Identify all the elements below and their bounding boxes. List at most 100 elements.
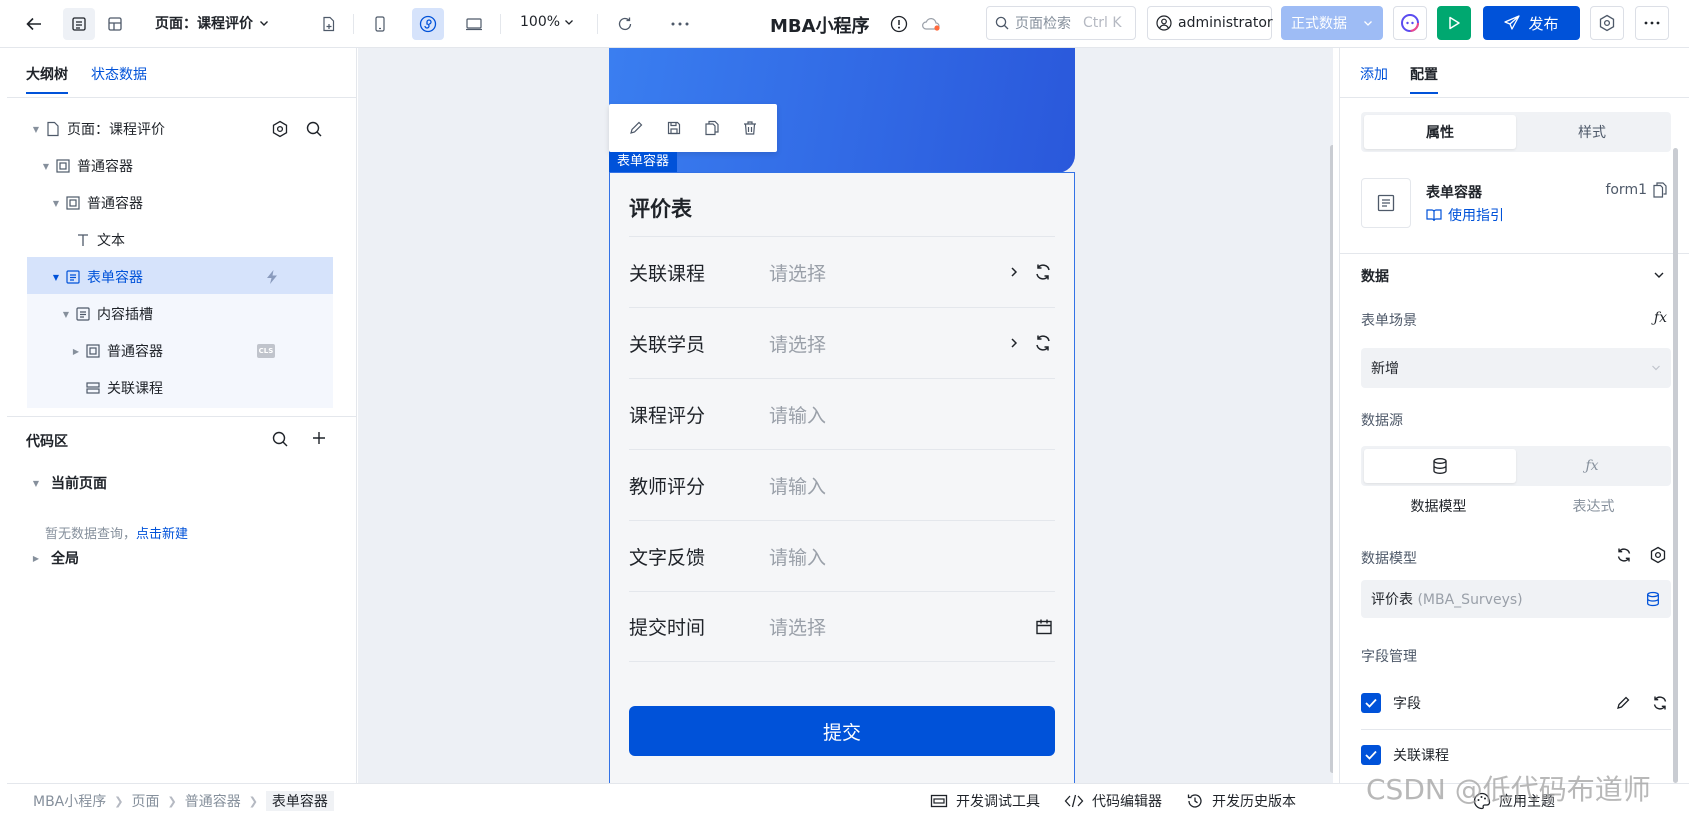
field-placeholder[interactable]: 请输入 — [769, 543, 1055, 570]
chevron-right-icon[interactable] — [1009, 337, 1019, 349]
chevron-right-icon[interactable] — [1009, 266, 1019, 278]
checkbox-checked[interactable] — [1361, 745, 1381, 765]
refresh-icon[interactable] — [609, 8, 641, 40]
mini-program-icon[interactable] — [412, 8, 444, 40]
chevron-down-icon[interactable] — [1653, 270, 1665, 280]
ai-assistant-icon[interactable] — [1393, 6, 1427, 40]
tab-outline[interactable]: 大纲树 — [26, 64, 68, 94]
field-placeholder[interactable]: 请选择 — [769, 613, 1035, 640]
refresh-icon[interactable] — [1033, 262, 1053, 282]
code-global[interactable]: ▶ 全局 — [31, 548, 79, 568]
outline-view-icon[interactable] — [63, 8, 95, 40]
caret-down-icon[interactable]: ▼ — [41, 162, 51, 171]
create-query-link[interactable]: 点击新建 — [136, 527, 188, 542]
tree-item-form[interactable]: ▼ 表单容器 — [27, 257, 333, 297]
settings-icon[interactable] — [1649, 546, 1667, 564]
usage-guide-link[interactable]: 使用指引 — [1426, 205, 1504, 225]
breadcrumb-item[interactable]: 普通容器 — [185, 791, 241, 811]
tab-config[interactable]: 配置 — [1410, 64, 1438, 94]
cloud-status-icon[interactable] — [915, 8, 947, 40]
calendar-icon[interactable] — [1035, 618, 1053, 636]
datasource-expression-label[interactable]: 表达式 — [1516, 496, 1671, 516]
tree-item-container[interactable]: ▼ 普通容器 — [27, 146, 333, 186]
debug-tool-button[interactable]: 开发调试工具 — [930, 791, 1040, 811]
delete-icon[interactable] — [742, 120, 758, 136]
form-row-student[interactable]: 关联学员 请选择 — [629, 307, 1055, 378]
submit-button[interactable]: 提交 — [629, 706, 1055, 756]
env-select[interactable]: 正式数据 — [1281, 6, 1383, 40]
form-row-submit-time[interactable]: 提交时间 请选择 — [629, 591, 1055, 662]
search-icon[interactable] — [271, 430, 289, 448]
fx-icon[interactable]: ƒx — [1654, 310, 1667, 326]
settings-icon[interactable] — [1590, 6, 1624, 40]
tree-item-slot[interactable]: ▼ 内容插槽 — [27, 294, 333, 334]
zoom-select[interactable]: 100% — [520, 14, 574, 30]
field-check-row[interactable]: 字段 — [1361, 693, 1671, 713]
copy-icon[interactable] — [704, 120, 720, 136]
form-row-teacher-score[interactable]: 教师评分 请输入 — [629, 449, 1055, 520]
seg-style[interactable]: 样式 — [1516, 115, 1668, 149]
copy-icon[interactable] — [1653, 182, 1667, 198]
run-preview-button[interactable] — [1437, 6, 1471, 40]
field-placeholder[interactable]: 请输入 — [769, 401, 1055, 428]
back-arrow-icon[interactable] — [18, 8, 50, 40]
tree-item-text[interactable]: 文本 — [27, 220, 333, 260]
search-icon[interactable] — [305, 120, 323, 138]
form-row-course[interactable]: 关联课程 请选择 — [629, 236, 1055, 307]
edit-icon[interactable] — [1615, 695, 1631, 711]
field-placeholder[interactable]: 请选择 — [769, 330, 1009, 357]
page-switcher[interactable]: 页面：课程评价 — [155, 13, 269, 33]
form-container[interactable]: 评价表 关联课程 请选择 关联学员 请选择 课程评分 请输入 教师评分 请输入 — [609, 172, 1075, 783]
refresh-icon[interactable] — [1615, 546, 1633, 564]
tree-item-container[interactable]: ▼ 普通容器 — [27, 183, 333, 223]
tab-add[interactable]: 添加 — [1360, 64, 1388, 84]
seg-attributes[interactable]: 属性 — [1364, 115, 1516, 149]
caret-down-icon[interactable]: ▼ — [51, 199, 61, 208]
info-icon[interactable] — [883, 8, 915, 40]
caret-down-icon[interactable]: ▼ — [51, 273, 61, 282]
form-row-course-score[interactable]: 课程评分 请输入 — [629, 378, 1055, 449]
breadcrumb-current[interactable]: 表单容器 — [265, 791, 334, 811]
field-check-row[interactable]: 关联课程 — [1361, 745, 1671, 765]
tree-item-container[interactable]: ▶ 普通容器 CLS — [27, 331, 333, 371]
publish-button[interactable]: 发布 — [1483, 6, 1580, 40]
refresh-icon[interactable] — [1651, 694, 1669, 712]
refresh-icon[interactable] — [1033, 333, 1053, 353]
code-current-page[interactable]: ▼ 当前页面 — [31, 473, 107, 493]
datasource-expression-option[interactable]: ƒx — [1516, 449, 1668, 483]
user-menu[interactable]: administrator — [1147, 6, 1273, 40]
desktop-device-icon[interactable] — [458, 8, 490, 40]
plus-icon[interactable] — [311, 430, 327, 448]
tree-item-page[interactable]: ▼ 页面：课程评价 — [27, 109, 333, 149]
right-scrollbar[interactable] — [1673, 148, 1678, 783]
caret-down-icon[interactable]: ▼ — [61, 310, 71, 319]
data-model-select[interactable]: 评价表 (MBA_Surveys) — [1361, 580, 1671, 618]
datasource-model-option[interactable] — [1364, 449, 1516, 483]
mobile-device-icon[interactable] — [364, 8, 396, 40]
more-icon[interactable] — [664, 8, 696, 40]
breadcrumb-item[interactable]: 页面 — [131, 791, 159, 811]
datasource-model-label[interactable]: 数据模型 — [1361, 496, 1516, 516]
canvas-scrollbar[interactable] — [1330, 145, 1333, 773]
field-placeholder[interactable]: 请选择 — [769, 259, 1009, 286]
settings-icon[interactable] — [271, 120, 289, 138]
edit-icon[interactable] — [628, 120, 644, 136]
tree-item-field[interactable]: 关联课程 — [27, 368, 333, 408]
form-scene-select[interactable]: 新增 — [1361, 348, 1671, 388]
field-placeholder[interactable]: 请输入 — [769, 472, 1055, 499]
form-row-feedback[interactable]: 文字反馈 请输入 — [629, 520, 1055, 591]
breadcrumb-item[interactable]: MBA小程序 — [33, 791, 106, 811]
history-button[interactable]: 开发历史版本 — [1186, 791, 1296, 811]
save-icon[interactable] — [666, 120, 682, 136]
layout-view-icon[interactable] — [99, 8, 131, 40]
add-page-icon[interactable] — [313, 8, 345, 40]
event-lightning-icon[interactable] — [265, 269, 279, 285]
more-menu-icon[interactable] — [1635, 6, 1669, 40]
tab-state-data[interactable]: 状态数据 — [91, 64, 147, 84]
caret-right-icon[interactable]: ▶ — [71, 347, 81, 356]
caret-down-icon[interactable]: ▼ — [31, 125, 41, 134]
code-editor-button[interactable]: 代码编辑器 — [1064, 791, 1162, 811]
caret-down-icon: ▼ — [32, 478, 40, 488]
checkbox-checked[interactable] — [1361, 693, 1381, 713]
page-search-input[interactable]: 页面检索 Ctrl K — [986, 6, 1136, 40]
